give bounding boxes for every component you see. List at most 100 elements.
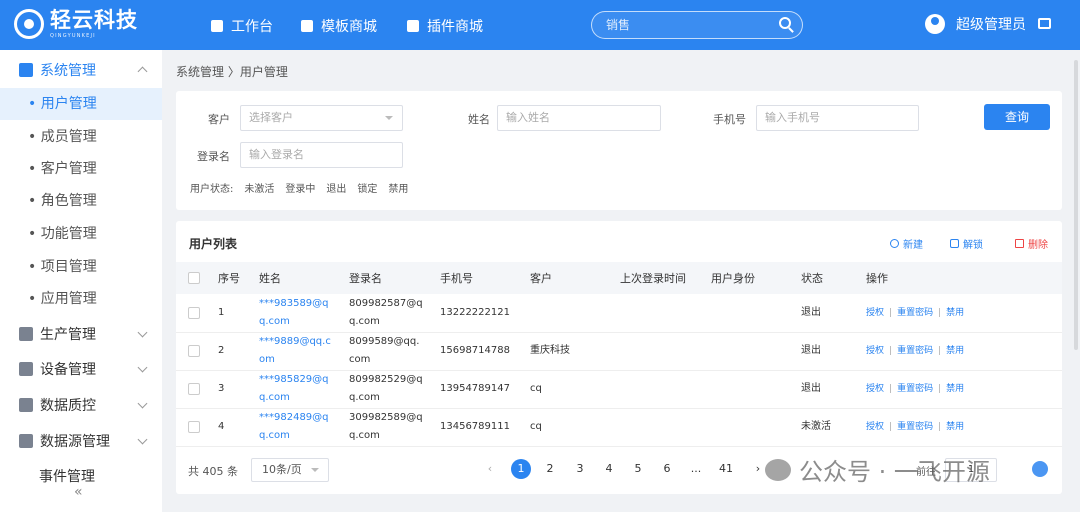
- phone-label: 手机号: [713, 113, 746, 126]
- page-2[interactable]: 2: [540, 459, 560, 479]
- disable-link[interactable]: 禁用: [946, 422, 964, 432]
- row-no: 4: [218, 408, 259, 447]
- delete-button[interactable]: 删除: [1015, 236, 1048, 251]
- status-disabled[interactable]: 禁用: [388, 180, 408, 195]
- sidebar-item-customer-management[interactable]: • 客户管理: [0, 153, 162, 185]
- trash-icon: [1015, 239, 1024, 248]
- new-button[interactable]: 新建: [890, 236, 923, 251]
- user-menu[interactable]: 超级管理员: [925, 14, 1026, 34]
- sidebar-item-system[interactable]: 系统管理: [0, 54, 162, 86]
- header-role: 用户身份: [711, 262, 801, 294]
- reset-password-link[interactable]: 重置密码: [897, 308, 933, 318]
- new-label: 新建: [903, 240, 923, 251]
- row-status: 退出: [801, 294, 866, 333]
- page-ellipsis[interactable]: ...: [686, 459, 706, 479]
- users-icon: [19, 63, 33, 77]
- disable-link[interactable]: 禁用: [946, 384, 964, 394]
- sidebar-item-datasource[interactable]: 数据源管理: [0, 425, 162, 457]
- row-login: 809982529@qq.com: [349, 370, 440, 409]
- logo-subtext: QINGYUNKEJI: [50, 32, 96, 39]
- row-last-login: [620, 370, 711, 409]
- collapse-sidebar-icon[interactable]: «: [74, 484, 83, 500]
- login-input[interactable]: 输入登录名: [240, 142, 403, 168]
- row-name[interactable]: ***9889@qq.com: [259, 332, 349, 371]
- select-all-checkbox[interactable]: [188, 272, 200, 284]
- page-6[interactable]: 6: [657, 459, 677, 479]
- status-inactive[interactable]: 未激活: [244, 180, 274, 195]
- reset-password-link[interactable]: 重置密码: [897, 384, 933, 394]
- sidebar-item-production[interactable]: 生产管理: [0, 318, 162, 350]
- query-button[interactable]: 查询: [984, 104, 1050, 130]
- status-filter-label: 用户状态:: [190, 184, 234, 195]
- page-size-select[interactable]: 10条/页: [251, 458, 329, 482]
- row-login: 309982589@qq.com: [349, 408, 440, 447]
- sidebar-item-user-management[interactable]: • 用户管理: [0, 88, 162, 120]
- row-role: [711, 332, 801, 371]
- row-name[interactable]: ***983589@qq.com: [259, 294, 349, 333]
- table-row: 2 ***9889@qq.com 8099589@qq.com 15698714…: [176, 332, 1062, 371]
- sidebar-item-role-management[interactable]: • 角色管理: [0, 185, 162, 217]
- reset-password-link[interactable]: 重置密码: [897, 422, 933, 432]
- sidebar-item-member-management[interactable]: • 成员管理: [0, 121, 162, 153]
- nav-plugin-store[interactable]: 插件商城: [407, 16, 483, 36]
- status-filter: 用户状态: 未激活 登录中 退出 锁定 禁用: [190, 180, 408, 195]
- nav-workbench[interactable]: 工作台: [211, 16, 273, 36]
- row-actions: 授权 | 重置密码 | 禁用: [866, 294, 1062, 333]
- sidebar-item-device[interactable]: 设备管理: [0, 353, 162, 385]
- customer-select-placeholder: 选择客户: [249, 111, 293, 124]
- row-checkbox[interactable]: [188, 421, 200, 433]
- logo[interactable]: 轻云科技 QINGYUNKEJI: [14, 9, 138, 39]
- nav-workbench-label: 工作台: [231, 19, 273, 35]
- sidebar-item-app-management[interactable]: • 应用管理: [0, 283, 162, 315]
- search-icon[interactable]: [779, 17, 791, 29]
- status-logged-in[interactable]: 登录中: [285, 180, 315, 195]
- scrollbar[interactable]: [1074, 60, 1078, 350]
- nav-template-store[interactable]: 模板商城: [301, 16, 377, 36]
- row-name[interactable]: ***982489@qq.com: [259, 408, 349, 447]
- status-locked[interactable]: 锁定: [357, 180, 377, 195]
- row-customer: cq: [530, 370, 620, 409]
- phone-input[interactable]: 输入手机号: [756, 105, 919, 131]
- sidebar-item-function-management[interactable]: • 功能管理: [0, 218, 162, 250]
- unlock-button[interactable]: 解锁: [950, 236, 983, 251]
- name-label: 姓名: [468, 113, 490, 126]
- reset-password-link[interactable]: 重置密码: [897, 346, 933, 356]
- authorize-link[interactable]: 授权: [866, 422, 884, 432]
- authorize-link[interactable]: 授权: [866, 346, 884, 356]
- row-login: 809982587@qq.com: [349, 294, 440, 333]
- monitor-icon[interactable]: [1038, 18, 1051, 29]
- authorize-link[interactable]: 授权: [866, 308, 884, 318]
- page-1[interactable]: 1: [511, 459, 531, 479]
- authorize-link[interactable]: 授权: [866, 384, 884, 394]
- plus-circle-icon: [890, 239, 899, 248]
- lock-icon: [950, 239, 959, 248]
- page-4[interactable]: 4: [599, 459, 619, 479]
- row-login: 8099589@qq.com: [349, 332, 440, 371]
- header-select-all[interactable]: [176, 262, 218, 294]
- help-icon[interactable]: [1032, 461, 1048, 477]
- status-logged-out[interactable]: 退出: [326, 180, 346, 195]
- row-last-login: [620, 408, 711, 447]
- disable-link[interactable]: 禁用: [946, 308, 964, 318]
- delete-label: 删除: [1028, 240, 1048, 251]
- search-input[interactable]: 销售: [591, 11, 803, 39]
- sidebar-item-label: 数据源管理: [40, 434, 110, 450]
- row-name[interactable]: ***985829@qq.com: [259, 370, 349, 409]
- page-3[interactable]: 3: [570, 459, 590, 479]
- prev-page-button[interactable]: ‹: [480, 459, 500, 479]
- clipboard-icon: [19, 327, 33, 341]
- disable-link[interactable]: 禁用: [946, 346, 964, 356]
- customer-select[interactable]: 选择客户: [240, 105, 403, 131]
- device-icon: [19, 362, 33, 376]
- sidebar-item-data-quality[interactable]: 数据质控: [0, 389, 162, 421]
- page-41[interactable]: 41: [716, 459, 736, 479]
- page-5[interactable]: 5: [628, 459, 648, 479]
- row-actions: 授权 | 重置密码 | 禁用: [866, 408, 1062, 447]
- row-checkbox[interactable]: [188, 345, 200, 357]
- row-status: 未激活: [801, 408, 866, 447]
- row-checkbox[interactable]: [188, 306, 200, 319]
- row-checkbox[interactable]: [188, 383, 200, 395]
- sidebar-item-project-management[interactable]: • 项目管理: [0, 251, 162, 283]
- user-table: 序号 姓名 登录名 手机号 客户 上次登录时间 用户身份 状态 操作 1 ***…: [176, 262, 1062, 447]
- name-input[interactable]: 输入姓名: [497, 105, 661, 131]
